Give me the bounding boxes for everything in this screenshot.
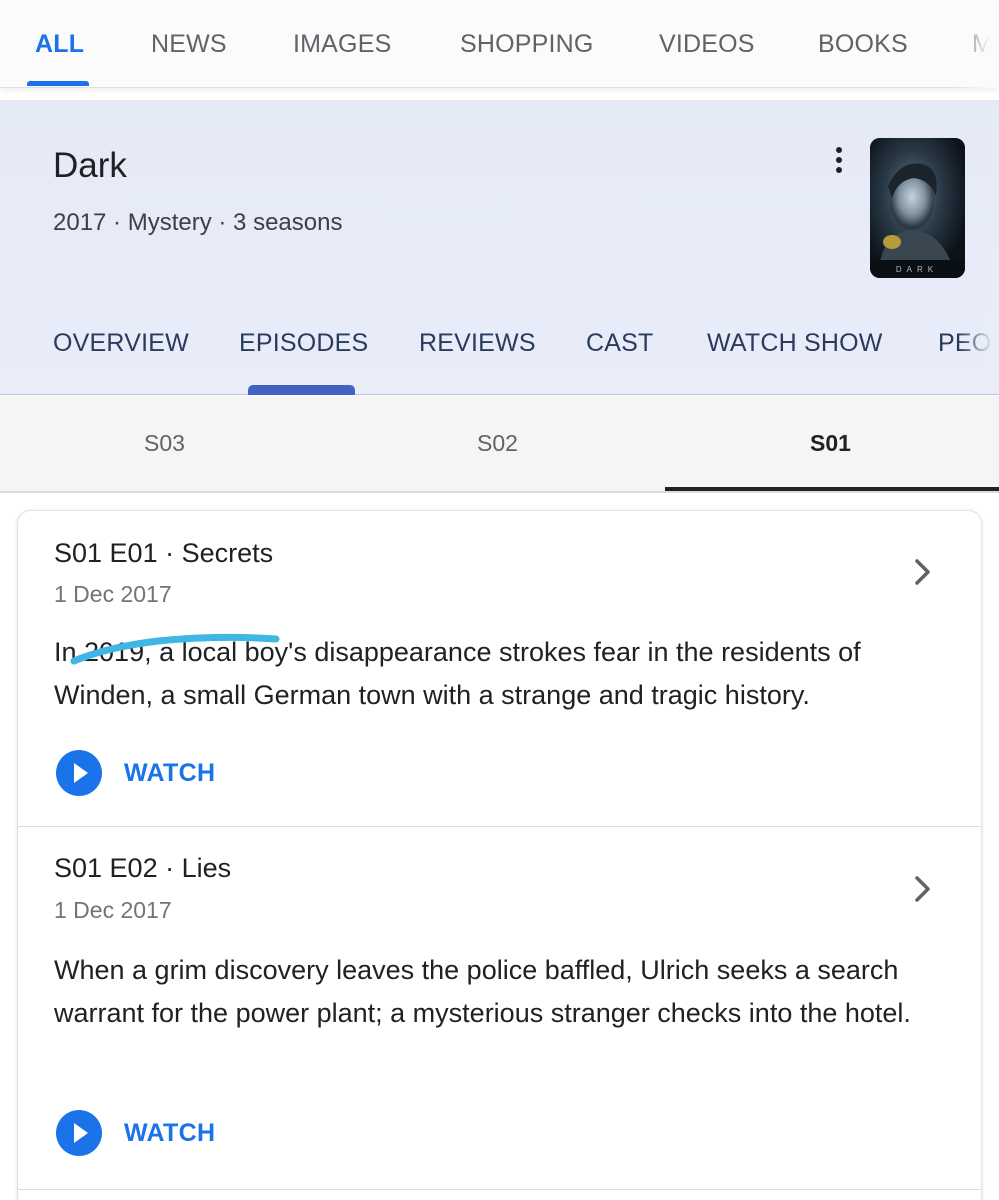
episodes-card: S01 E01 · Secrets 1 Dec 2017 In 2019, a … — [17, 510, 982, 1200]
pen-scribble — [70, 633, 280, 665]
watch-label: WATCH — [124, 1118, 216, 1147]
episode-date: 1 Dec 2017 — [54, 581, 172, 607]
show-meta: 2017 · Mystery · 3 seasons — [53, 209, 343, 236]
watch-label: WATCH — [124, 758, 216, 787]
kp-tab-episodes[interactable]: EPISODES — [239, 329, 368, 358]
episode-title: S01 E02 · Lies — [54, 853, 232, 883]
search-tab-shopping[interactable]: SHOPPING — [460, 30, 594, 59]
episode-date: 1 Dec 2017 — [54, 897, 172, 923]
search-tab-images[interactable]: IMAGES — [293, 30, 391, 59]
search-tab-books[interactable]: BOOKS — [818, 30, 908, 59]
kp-tabs-fade — [959, 310, 999, 380]
kp-active-tab-indicator — [248, 385, 355, 395]
play-icon — [56, 1110, 102, 1156]
search-tab-news[interactable]: NEWS — [151, 30, 227, 59]
kp-tab-reviews[interactable]: REVIEWS — [419, 329, 536, 358]
season-tab-s02[interactable]: S02 — [477, 430, 518, 457]
episode-title: S01 E01 · Secrets — [54, 538, 274, 568]
season-tabs: S03 S02 S01 — [0, 396, 999, 493]
episode-divider — [18, 1189, 981, 1190]
tabs-fade — [954, 0, 999, 88]
search-tab-all[interactable]: ALL — [35, 30, 84, 59]
watch-button[interactable]: WATCH — [56, 750, 215, 796]
watch-button[interactable]: WATCH — [56, 1110, 215, 1156]
play-icon — [56, 750, 102, 796]
show-title: Dark — [53, 146, 127, 185]
search-tabs-bar: ALL NEWS IMAGES SHOPPING VIDEOS BOOKS M — [0, 0, 999, 88]
season-tab-s03[interactable]: S03 — [144, 430, 185, 457]
knowledge-panel-header: Dark 2017 · Mystery · 3 seasons DARK OVE… — [0, 100, 999, 395]
kp-tab-watch-show[interactable]: WATCH SHOW — [707, 329, 883, 358]
search-tab-videos[interactable]: VIDEOS — [659, 30, 755, 59]
kp-tab-cast[interactable]: CAST — [586, 329, 653, 358]
episode-description: When a grim discovery leaves the police … — [54, 955, 911, 1028]
poster-logo: DARK — [896, 265, 938, 274]
show-poster[interactable]: DARK — [870, 138, 965, 278]
episode-item[interactable]: S01 E02 · Lies 1 Dec 2017 When a grim di… — [18, 827, 981, 1189]
active-tab-indicator — [27, 81, 89, 86]
poster-image: DARK — [870, 138, 965, 278]
more-options-icon[interactable] — [826, 144, 852, 178]
kp-tab-overview[interactable]: OVERVIEW — [53, 329, 189, 358]
season-tab-s01[interactable]: S01 — [810, 430, 851, 457]
chevron-right-icon[interactable] — [908, 555, 938, 589]
episode-item[interactable]: S01 E01 · Secrets 1 Dec 2017 In 2019, a … — [18, 511, 981, 826]
chevron-right-icon[interactable] — [908, 872, 938, 906]
season-active-indicator — [665, 487, 999, 491]
